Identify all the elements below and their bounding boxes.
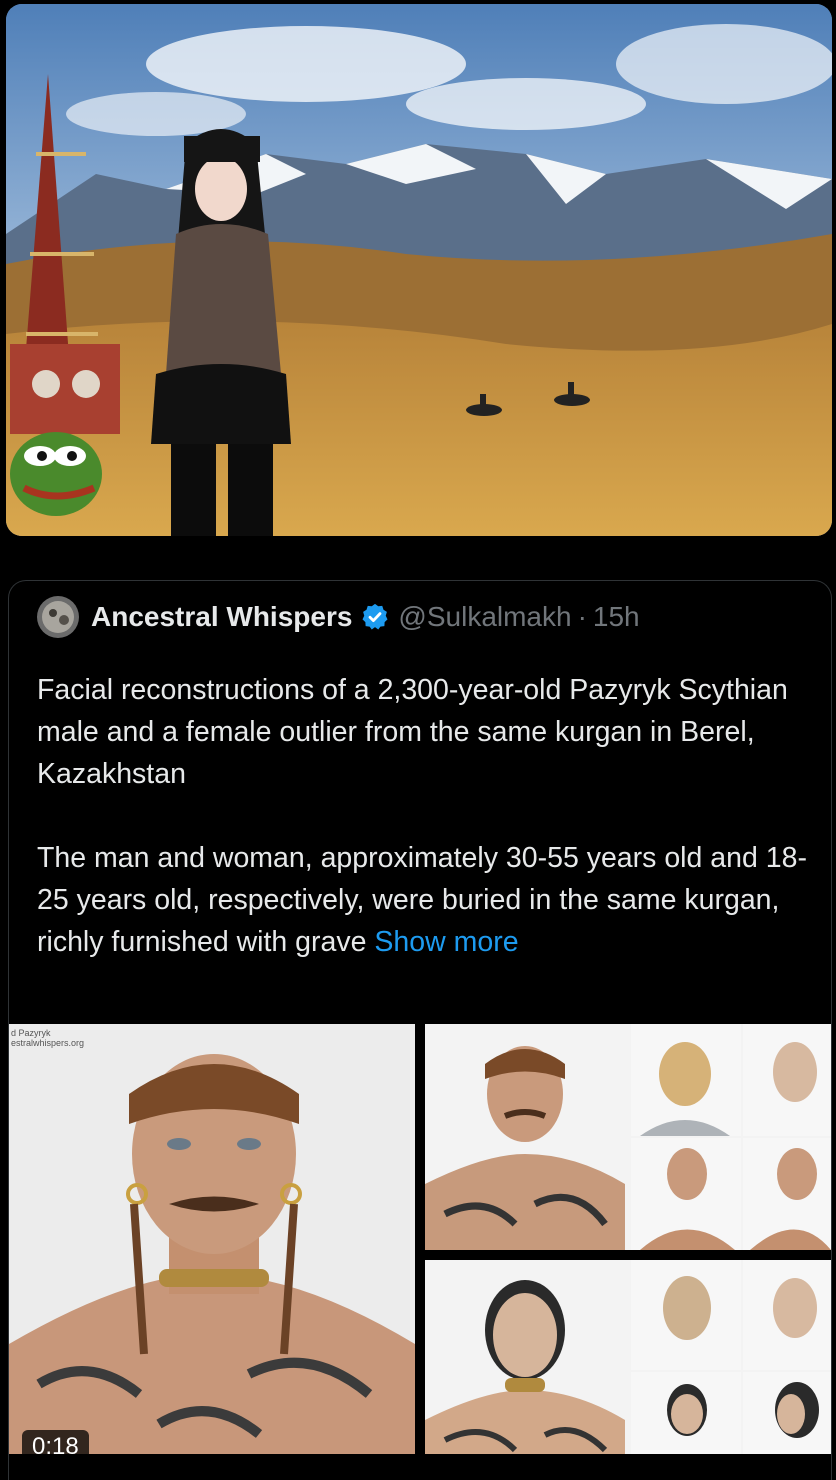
top-meme-image[interactable]: [6, 4, 832, 536]
author-handle[interactable]: @Sulkalmakh: [398, 601, 571, 633]
watermark-line-2: estralwhispers.org: [11, 1038, 85, 1048]
show-more-link[interactable]: Show more: [374, 926, 518, 958]
media-image-male-reconstruction-stages[interactable]: [425, 1024, 831, 1250]
video-duration-badge: 0:18: [22, 1430, 89, 1464]
post-timestamp[interactable]: 15h: [593, 601, 640, 633]
post-text-paragraph-1: Facial reconstructions of a 2,300-year-o…: [37, 674, 788, 790]
author-avatar[interactable]: [37, 596, 79, 638]
separator-dot: ·: [577, 601, 587, 632]
post-header: Ancestral Whispers @Sulkalmakh · 15h: [37, 596, 640, 638]
post-text-paragraph-2: The man and woman, approximately 30-55 y…: [37, 837, 817, 963]
media-image-female-reconstruction-stages[interactable]: [425, 1260, 831, 1454]
author-name[interactable]: Ancestral Whispers: [91, 601, 352, 633]
watermark-line-1: d Pazyryk: [11, 1028, 51, 1038]
media-video-male-reconstruction[interactable]: d Pazyryk estralwhispers.org: [9, 1024, 415, 1454]
quoted-post-card[interactable]: Ancestral Whispers @Sulkalmakh · 15h Fac…: [8, 580, 832, 1480]
verified-badge-icon: [360, 602, 390, 632]
media-grid: d Pazyryk estralwhispers.org: [9, 1024, 831, 1454]
post-text: Facial reconstructions of a 2,300-year-o…: [37, 669, 817, 963]
